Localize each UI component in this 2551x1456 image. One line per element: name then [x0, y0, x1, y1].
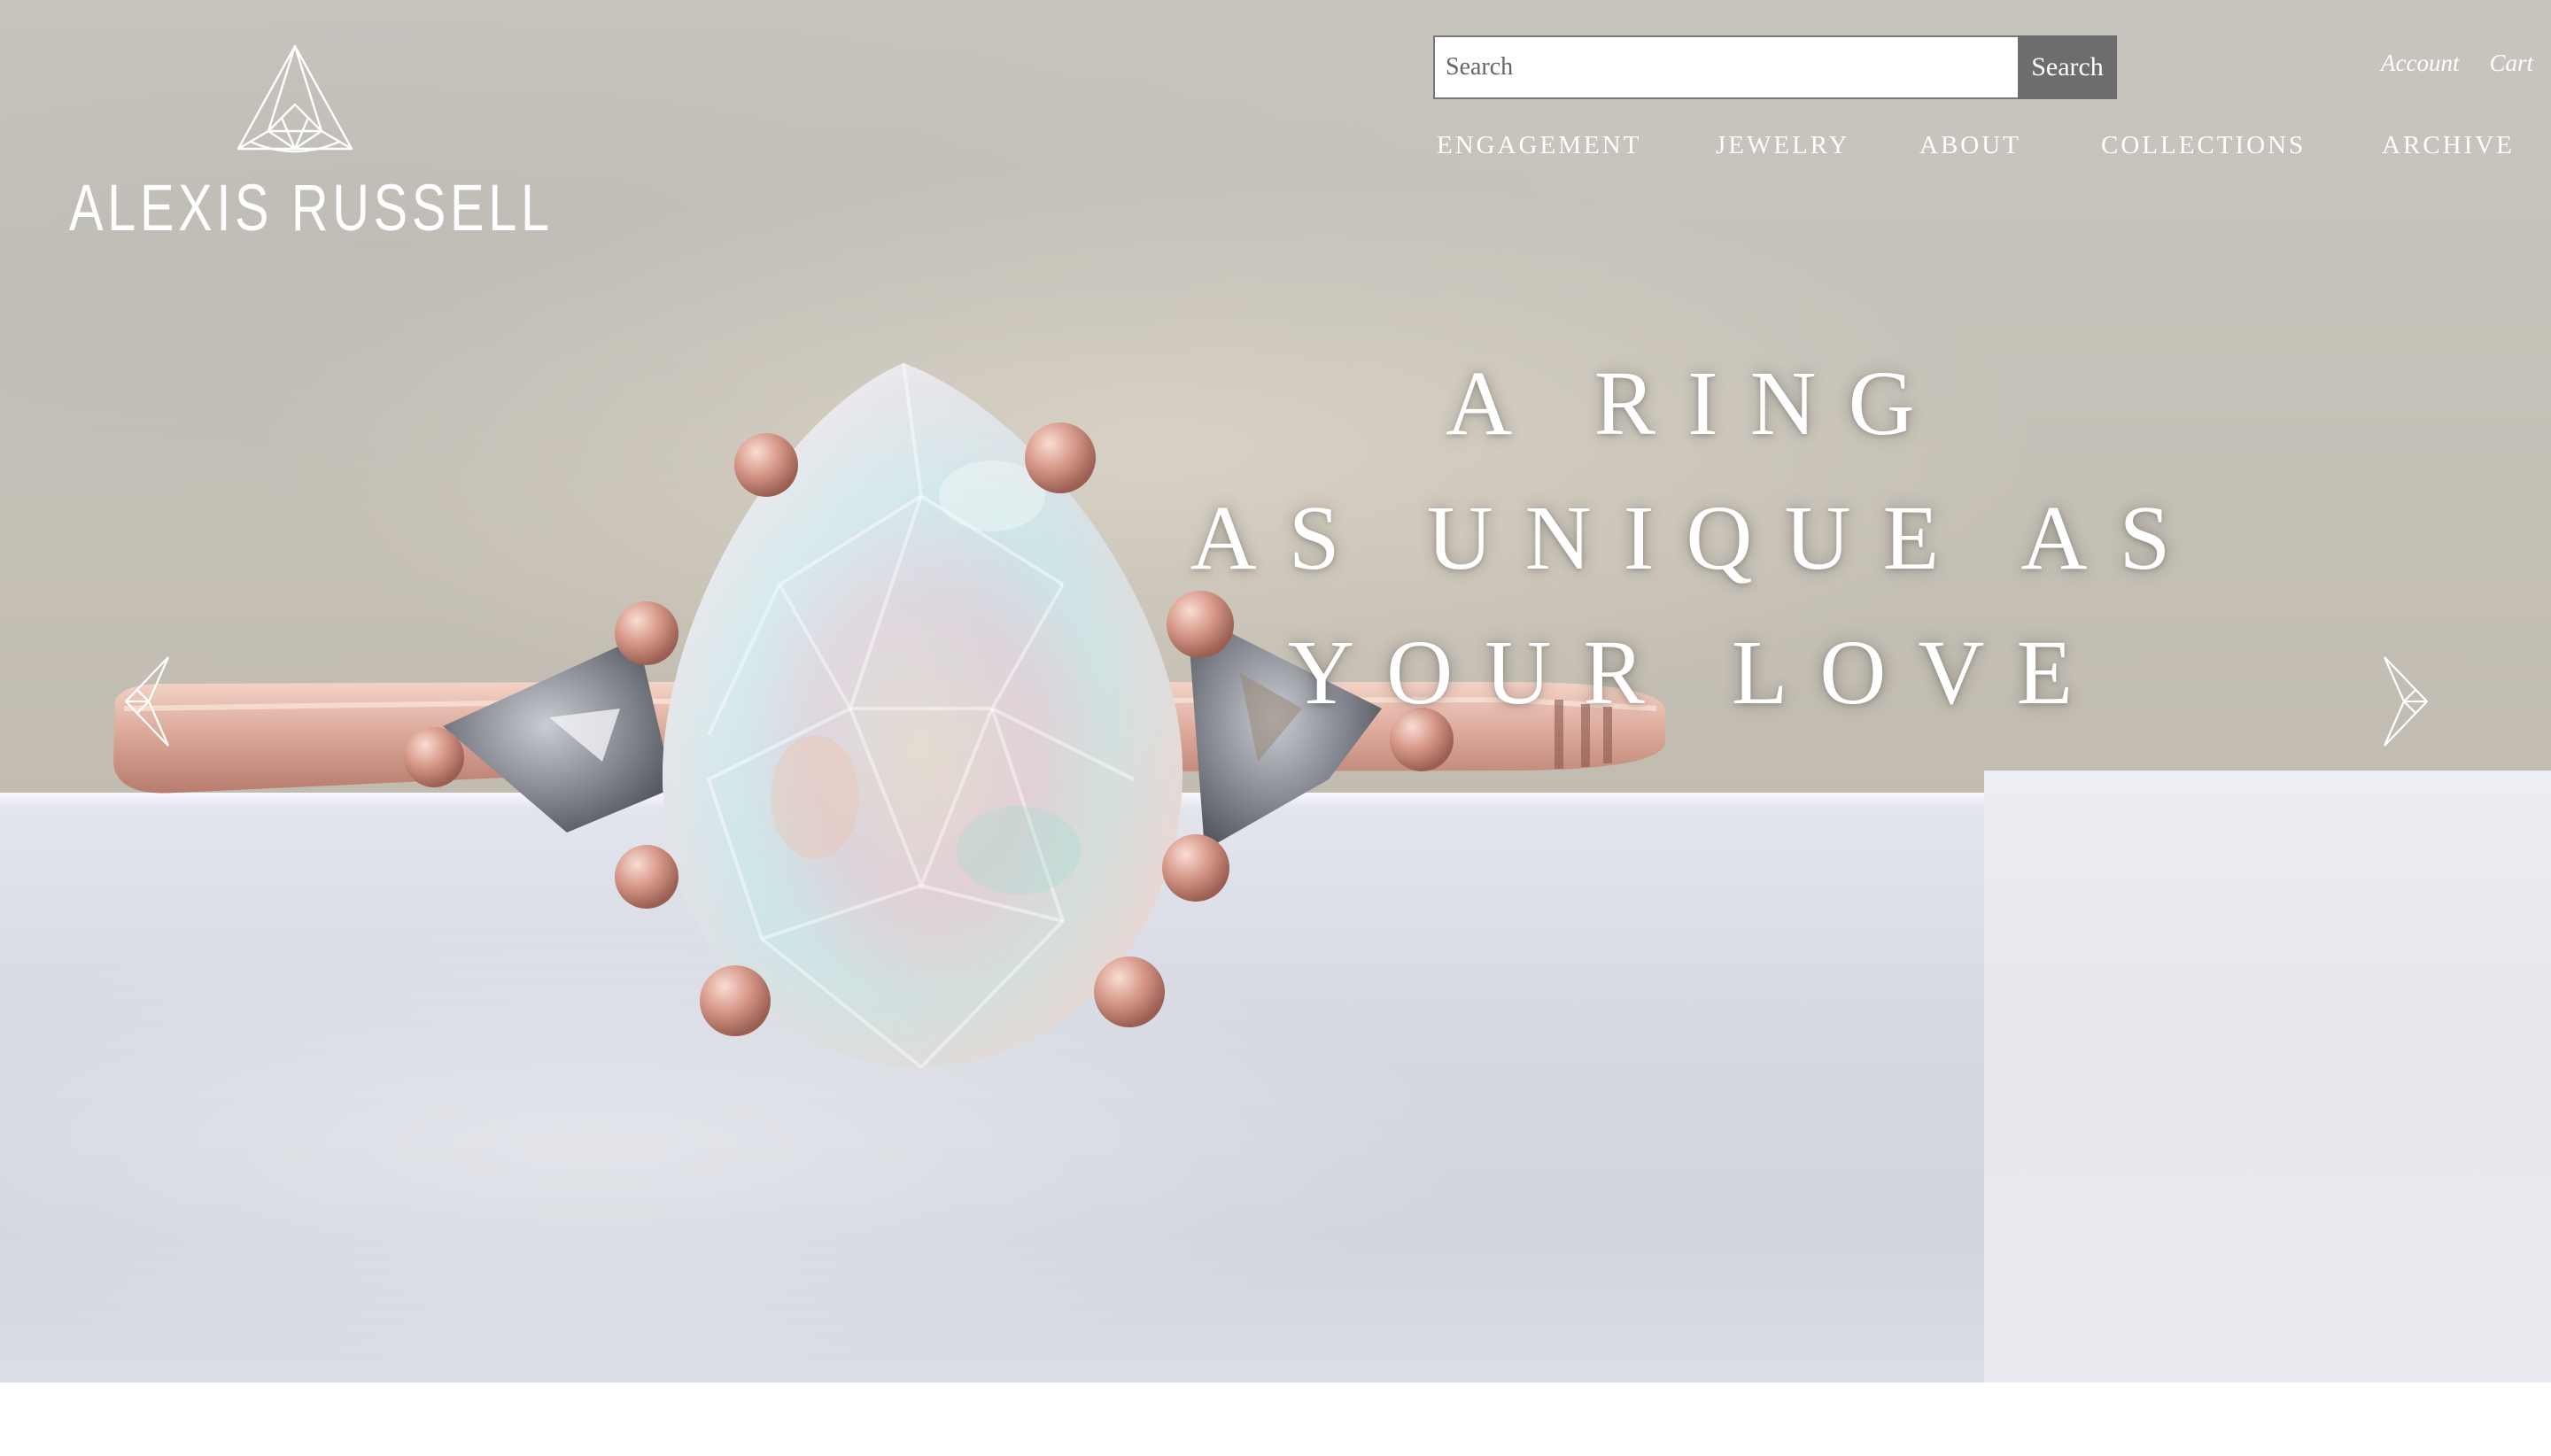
hero-line-3: YOUR LOVE: [1288, 622, 2105, 724]
search-button[interactable]: Search: [2018, 35, 2117, 99]
hero-line-1: A RING: [1446, 352, 1947, 454]
account-link[interactable]: Account: [2381, 50, 2459, 77]
brand-name: ALEXIS RUSSELL: [69, 171, 554, 244]
cart-link[interactable]: Cart: [2489, 50, 2533, 77]
triangle-diamond-icon: [236, 44, 353, 153]
brand-logo[interactable]: ALEXIS RUSSELL: [69, 43, 554, 255]
hero-headline: A RING AS UNIQUE AS YOUR LOVE: [1151, 337, 2241, 740]
page-content-start: [0, 1382, 2551, 1456]
nav-item-jewelry[interactable]: JEWELRY: [1716, 131, 1850, 160]
hero-line-2: AS UNIQUE AS: [1190, 487, 2203, 589]
account-links: Account Cart: [2356, 50, 2533, 77]
nav-item-archive[interactable]: ARCHIVE: [2382, 131, 2515, 160]
main-nav: ENGAGEMENT JEWELRY ABOUT COLLECTIONS ARC…: [1417, 131, 2516, 167]
nav-item-about[interactable]: ABOUT: [1919, 131, 2021, 160]
nav-item-collections[interactable]: COLLECTIONS: [2101, 131, 2306, 160]
search-input[interactable]: [1433, 35, 2018, 99]
slideshow-next-button[interactable]: [2377, 655, 2431, 747]
search-form: Search: [1433, 35, 2117, 99]
chevron-right-icon: [2383, 656, 2429, 747]
chevron-left-icon: [124, 656, 170, 747]
nav-item-engagement[interactable]: ENGAGEMENT: [1437, 131, 1641, 160]
slideshow-prev-button[interactable]: [122, 655, 175, 747]
